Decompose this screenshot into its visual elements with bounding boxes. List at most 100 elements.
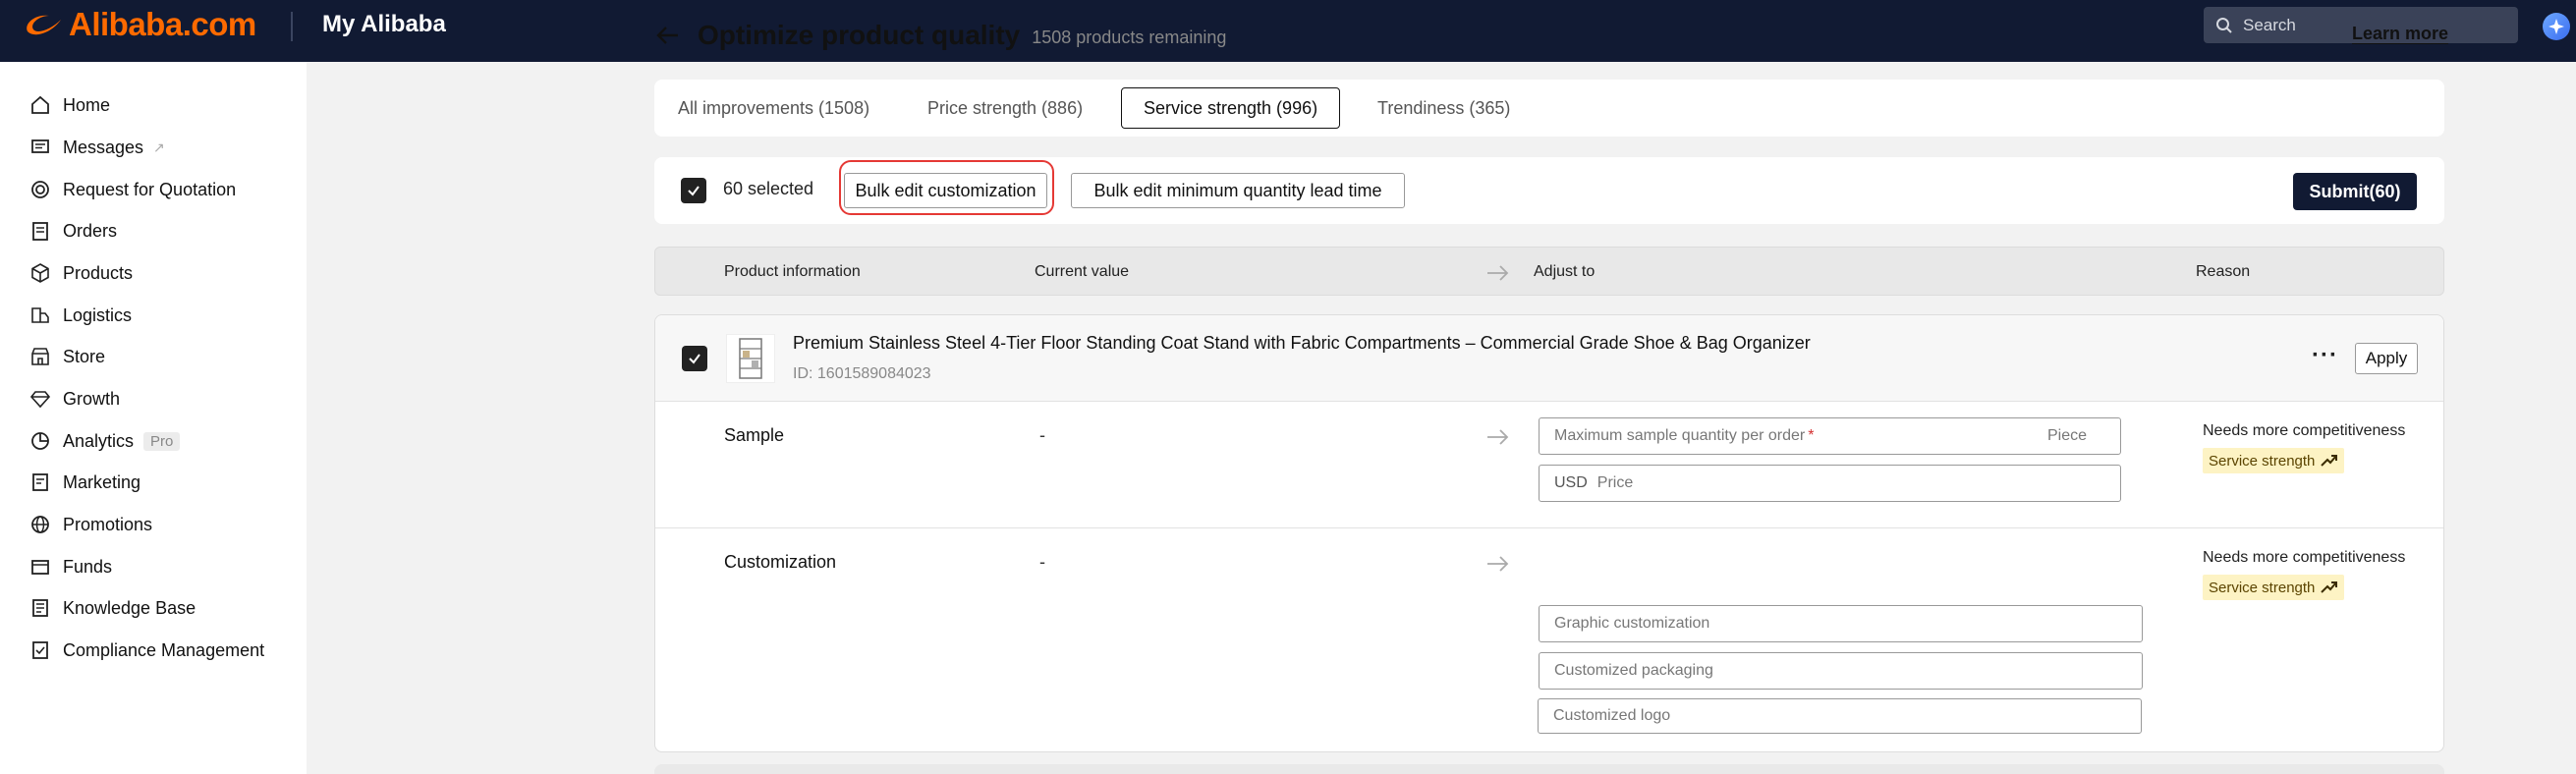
search-placeholder: Search <box>2243 15 2296 34</box>
diamond-icon <box>29 391 51 409</box>
service-strength-tag: Service strength <box>2203 575 2345 600</box>
sidebar-item-label: Analytics <box>63 430 135 451</box>
learn-more-link[interactable]: Learn more <box>2352 24 2448 44</box>
sidebar-item-label: Home <box>63 94 111 115</box>
book-icon <box>32 599 48 617</box>
marketing-icon <box>32 473 48 491</box>
sidebar-item-funds[interactable]: Funds <box>29 552 112 581</box>
sidebar: Home Messages ↗ Request for Quotation Or… <box>0 62 307 774</box>
select-all-checkbox[interactable] <box>681 178 706 203</box>
customized-packaging-input[interactable]: Customized packaging <box>1539 652 2143 690</box>
compliance-icon <box>32 641 48 659</box>
assistant-icon[interactable] <box>2543 13 2570 40</box>
bulk-edit-moq-lead-time-button[interactable]: Bulk edit minimum quantity lead time <box>1071 173 1405 208</box>
sidebar-item-compliance[interactable]: Compliance Management <box>29 636 264 665</box>
required-mark: * <box>1808 427 1815 444</box>
search-icon <box>2216 17 2232 33</box>
sidebar-item-growth[interactable]: Growth <box>29 384 120 414</box>
product-title[interactable]: Premium Stainless Steel 4-Tier Floor Sta… <box>793 333 1811 354</box>
arrow-right-icon <box>1487 429 1509 445</box>
product-checkbox[interactable] <box>682 346 707 371</box>
current-value-sample: - <box>1039 425 1045 445</box>
next-card-edge <box>654 764 2444 774</box>
home-icon <box>31 95 49 114</box>
coat-stand-image <box>739 338 762 379</box>
sidebar-item-store[interactable]: Store <box>29 342 105 371</box>
target-icon <box>31 181 49 198</box>
product-id: ID: 1601589084023 <box>793 365 931 382</box>
column-header-adjust: Adjust to <box>1534 263 1596 280</box>
tag-label: Service strength <box>2209 579 2316 596</box>
selected-count: 60 selected <box>723 179 814 198</box>
sidebar-item-orders[interactable]: Orders <box>29 216 117 246</box>
submit-button[interactable]: Submit(60) <box>2293 173 2417 210</box>
row-label-sample: Sample <box>724 425 785 445</box>
reason-text: Needs more competitiveness <box>2203 549 2406 566</box>
bulk-toolbar: 60 selected Bulk edit customization Bulk… <box>654 157 2444 224</box>
sidebar-item-promotions[interactable]: Promotions <box>29 510 152 539</box>
trend-up-icon <box>2321 581 2338 593</box>
product-header: Premium Stainless Steel 4-Tier Floor Sta… <box>655 315 2443 402</box>
product-thumbnail[interactable] <box>726 334 775 383</box>
back-arrow-icon[interactable] <box>654 22 682 49</box>
bulk-edit-customization-button[interactable]: Bulk edit customization <box>844 173 1047 208</box>
more-options-icon[interactable]: ··· <box>2312 342 2338 369</box>
max-sample-quantity-input[interactable]: Maximum sample quantity per order * Piec… <box>1539 417 2121 455</box>
logo-text: Alibaba.com <box>69 6 256 42</box>
page-title: Optimize product quality <box>698 20 1021 50</box>
tab-price-strength[interactable]: Price strength (886) <box>906 87 1104 129</box>
unit-label: Piece <box>2046 427 2087 444</box>
price-placeholder: Price <box>1596 474 1634 491</box>
sidebar-item-label: Promotions <box>63 514 153 534</box>
section-title[interactable]: My Alibaba <box>322 11 446 38</box>
sidebar-item-label: Marketing <box>63 471 141 492</box>
chart-icon <box>31 432 49 450</box>
graphic-customization-input-visible[interactable]: Graphic customization <box>1539 605 2143 642</box>
check-icon <box>688 186 700 196</box>
row-divider <box>655 527 2443 528</box>
current-value-customization: - <box>1039 552 1045 572</box>
cube-icon <box>31 263 49 283</box>
sidebar-item-messages[interactable]: Messages ↗ <box>29 133 165 162</box>
column-header-product: Product information <box>724 263 861 280</box>
sidebar-item-label: Request for Quotation <box>63 179 237 199</box>
sidebar-item-label: Knowledge Base <box>63 597 196 618</box>
alibaba-logo[interactable]: Alibaba.com <box>22 6 256 43</box>
sidebar-item-label: Messages <box>63 137 144 157</box>
top-bar: Alibaba.com My Alibaba Search <box>0 0 2576 62</box>
tag-label: Service strength <box>2209 452 2316 470</box>
sidebar-item-products[interactable]: Products <box>29 258 133 288</box>
row-label-customization: Customization <box>724 552 837 572</box>
alibaba-logo-icon <box>27 15 61 35</box>
column-header-reason: Reason <box>2196 263 2251 280</box>
tab-all-improvements[interactable]: All improvements (1508) <box>656 87 891 129</box>
reason-text: Needs more competitiveness <box>2203 422 2406 439</box>
sidebar-item-logistics[interactable]: Logistics <box>29 301 132 330</box>
customized-logo-input[interactable]: Customized logo <box>1538 698 2142 734</box>
customized-logo-placeholder: Customized logo <box>1553 707 1671 724</box>
tab-trendiness[interactable]: Trendiness (365) <box>1356 87 1532 129</box>
currency-label: USD <box>1554 474 1588 491</box>
sidebar-item-rfq[interactable]: Request for Quotation <box>29 175 236 204</box>
tab-bar: All improvements (1508) Price strength (… <box>654 80 2444 137</box>
sample-price-input[interactable]: USD Price <box>1539 465 2121 502</box>
clipboard-icon <box>32 222 48 241</box>
message-icon <box>31 139 49 153</box>
remaining-count: 1508 products remaining <box>1032 27 1227 47</box>
customized-packaging-placeholder: Customized packaging <box>1554 662 1713 679</box>
apply-button[interactable]: Apply <box>2355 343 2418 374</box>
sidebar-item-label: Funds <box>63 556 113 577</box>
check-icon <box>689 354 700 364</box>
column-header-current: Current value <box>1035 263 1130 280</box>
wallet-icon <box>31 560 49 575</box>
page-header: Optimize product quality 1508 products r… <box>654 20 1226 51</box>
sidebar-item-marketing[interactable]: Marketing <box>29 468 140 497</box>
sidebar-item-analytics[interactable]: Analytics Pro <box>29 426 181 456</box>
header-divider <box>291 12 293 41</box>
tab-service-strength[interactable]: Service strength (996) <box>1121 87 1341 129</box>
product-card: Premium Stainless Steel 4-Tier Floor Sta… <box>654 314 2444 752</box>
table-header: Product information Current value Adjust… <box>654 247 2444 296</box>
sidebar-item-knowledge-base[interactable]: Knowledge Base <box>29 593 196 623</box>
sidebar-item-home[interactable]: Home <box>29 90 110 120</box>
graphic-customization-placeholder: Graphic customization <box>1554 615 1710 632</box>
